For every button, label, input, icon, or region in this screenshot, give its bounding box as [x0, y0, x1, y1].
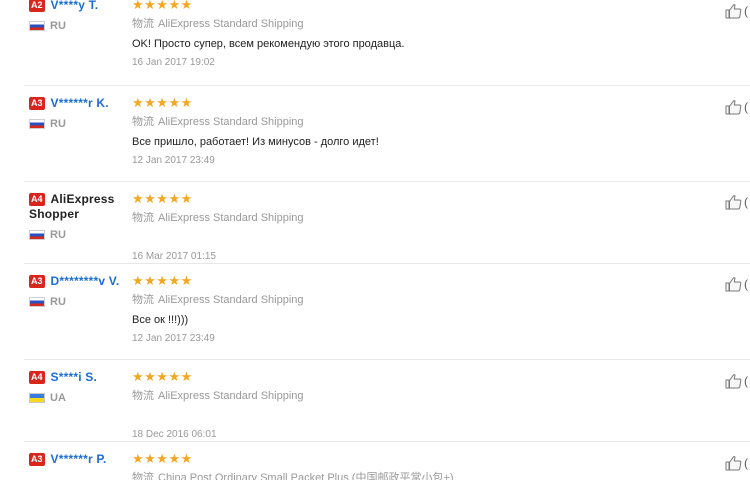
logistics-label: 物流	[132, 472, 154, 480]
buyer-level-badge: A3	[29, 97, 45, 110]
shipping-info: 物流 AliExpress Standard Shipping	[132, 211, 692, 225]
review-item: A3 V******r P. ★★★★★ 物流 China Post Ordinar…	[0, 452, 750, 480]
review-text: OK! Просто супер, всем рекомендую этого …	[132, 38, 405, 50]
review-content: ★★★★★ 物流 AliExpress Standard Shipping Все…	[132, 96, 692, 167]
divider	[24, 359, 750, 360]
divider	[24, 263, 750, 264]
reviewer-info: A2 V****y T. RU	[29, 0, 124, 32]
review-date: 16 Mar 2017 01:15	[132, 251, 216, 262]
thumbs-up-icon	[725, 195, 742, 210]
star-rating: ★★★★★	[132, 369, 193, 384]
country-code: UA	[50, 392, 66, 404]
review-date: 12 Jan 2017 23:49	[132, 155, 215, 166]
buyer-level-badge: A3	[29, 453, 45, 466]
helpful-button[interactable]: (	[725, 276, 748, 292]
buyer-level-badge: A3	[29, 275, 45, 288]
helpful-button[interactable]: (	[725, 455, 748, 471]
helpful-count: (	[744, 374, 748, 388]
helpful-button[interactable]: (	[725, 373, 748, 389]
review-content: ★★★★★ 物流 AliExpress Standard Shipping Все…	[132, 274, 692, 345]
review-content: ★★★★★ 物流 AliExpress Standard Shipping 18 …	[132, 370, 692, 441]
reviewer-info: A3 V******r K. RU	[29, 96, 124, 130]
reviewer-name[interactable]: V******r K.	[51, 96, 109, 110]
star-rating: ★★★★★	[132, 95, 193, 110]
shipping-info: 物流 AliExpress Standard Shipping	[132, 17, 692, 31]
logistics-label: 物流	[132, 116, 154, 128]
review-content: ★★★★★ 物流 China Post Ordinary Small Packet…	[132, 452, 692, 480]
reviewer-name[interactable]: S****i S.	[51, 370, 98, 384]
review-item: A3 V******r K. RU ★★★★★ 物流 AliExpress Stan…	[0, 96, 750, 182]
country-code: RU	[50, 20, 66, 32]
country-flag-icon	[29, 230, 45, 240]
country-code: RU	[50, 118, 66, 130]
helpful-button[interactable]: (	[725, 194, 748, 210]
country-code: RU	[50, 296, 66, 308]
shipping-info: 物流 China Post Ordinary Small Packet Plus …	[132, 471, 692, 480]
star-rating: ★★★★★	[132, 273, 193, 288]
star-rating: ★★★★★	[132, 452, 193, 466]
divider	[24, 181, 750, 182]
helpful-count: (	[744, 100, 748, 114]
helpful-count: (	[744, 277, 748, 291]
thumbs-up-icon	[725, 277, 742, 292]
reviewer-name[interactable]: D********v V.	[51, 274, 120, 288]
review-text: Все пришло, работает! Из минусов - долго…	[132, 136, 379, 148]
review-date: 18 Dec 2016 06:01	[132, 429, 217, 440]
reviewer-info: A3 V******r P.	[29, 452, 124, 467]
review-item: A3 D********v V. RU ★★★★★ 物流 AliExpress St…	[0, 274, 750, 360]
review-content: ★★★★★ 物流 AliExpress Standard Shipping OK!…	[132, 0, 692, 69]
logistics-label: 物流	[132, 390, 154, 402]
reviewer-info: A3 D********v V. RU	[29, 274, 124, 308]
reviewer-info: A4 S****i S. UA	[29, 370, 124, 404]
buyer-level-badge: A2	[29, 0, 45, 12]
divider	[24, 85, 750, 86]
star-rating: ★★★★★	[132, 191, 193, 206]
shipping-method: China Post Ordinary Small Packet Plus (中…	[158, 472, 454, 480]
reviewer-name[interactable]: V******r P.	[51, 452, 107, 466]
thumbs-up-icon	[725, 4, 742, 19]
thumbs-up-icon	[725, 456, 742, 471]
review-date: 12 Jan 2017 23:49	[132, 333, 215, 344]
buyer-level-badge: A4	[29, 371, 45, 384]
review-text	[132, 409, 692, 423]
shipping-info: 物流 AliExpress Standard Shipping	[132, 115, 692, 129]
shipping-method: AliExpress Standard Shipping	[158, 294, 304, 306]
logistics-label: 物流	[132, 294, 154, 306]
review-date: 16 Jan 2017 19:02	[132, 57, 215, 68]
review-text: Все ок !!!)))	[132, 314, 189, 326]
reviewer-name[interactable]: V****y T.	[51, 0, 99, 12]
logistics-label: 物流	[132, 212, 154, 224]
review-content: ★★★★★ 物流 AliExpress Standard Shipping 16 …	[132, 192, 692, 263]
helpful-count: (	[744, 456, 748, 470]
country-code: RU	[50, 229, 66, 241]
helpful-count: (	[744, 195, 748, 209]
thumbs-up-icon	[725, 374, 742, 389]
helpful-button[interactable]: (	[725, 3, 748, 19]
reviewer-info: A4 AliExpress Shopper RU	[29, 192, 124, 241]
shipping-info: 物流 AliExpress Standard Shipping	[132, 293, 692, 307]
country-flag-icon	[29, 297, 45, 307]
shipping-info: 物流 AliExpress Standard Shipping	[132, 389, 692, 403]
review-text	[132, 231, 692, 245]
shipping-method: AliExpress Standard Shipping	[158, 390, 304, 402]
review-item: A4 AliExpress Shopper RU ★★★★★ 物流 AliExpre…	[0, 192, 750, 264]
country-flag-icon	[29, 119, 45, 129]
review-item: A4 S****i S. UA ★★★★★ 物流 AliExpress Standa…	[0, 370, 750, 442]
buyer-level-badge: A4	[29, 193, 45, 206]
star-rating: ★★★★★	[132, 0, 193, 12]
logistics-label: 物流	[132, 18, 154, 30]
shipping-method: AliExpress Standard Shipping	[158, 18, 304, 30]
review-item: A2 V****y T. RU ★★★★★ 物流 AliExpress Standa…	[0, 0, 750, 86]
feedback-list: A2 V****y T. RU ★★★★★ 物流 AliExpress Standa…	[0, 0, 750, 480]
country-flag-icon	[29, 393, 45, 403]
divider	[24, 441, 750, 442]
helpful-button[interactable]: (	[725, 99, 748, 115]
shipping-method: AliExpress Standard Shipping	[158, 212, 304, 224]
country-flag-icon	[29, 21, 45, 31]
helpful-count: (	[744, 4, 748, 18]
shipping-method: AliExpress Standard Shipping	[158, 116, 304, 128]
thumbs-up-icon	[725, 100, 742, 115]
